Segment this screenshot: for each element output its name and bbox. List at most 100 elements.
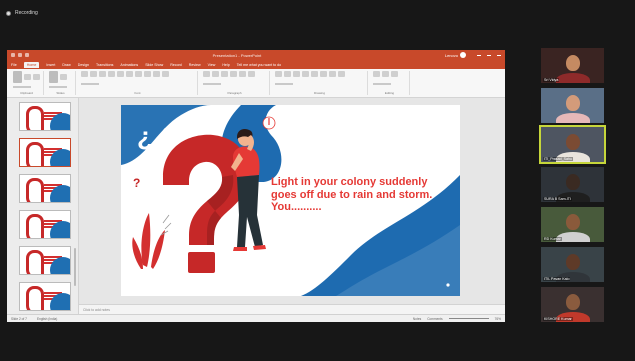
clipboard-tool-row[interactable] [13, 86, 31, 88]
tab-help[interactable]: Help [222, 63, 229, 67]
paragraph-tool-4[interactable] [239, 71, 246, 77]
font-tool-row[interactable] [81, 83, 99, 85]
notes-pane[interactable]: Click to add notes [79, 304, 505, 314]
editing-tool-1[interactable] [382, 71, 389, 77]
editing-tool-2[interactable] [391, 71, 398, 77]
editing-tool-0[interactable] [373, 71, 380, 77]
participant-tile[interactable]: ITIL Pavan Kalo [541, 247, 604, 282]
font-tool-1[interactable] [90, 71, 97, 77]
slide-thumbnail[interactable] [11, 210, 78, 239]
slides-tool-1[interactable] [60, 74, 67, 80]
tab-insert[interactable]: Insert [46, 63, 55, 67]
drawing-tool-3[interactable] [302, 71, 309, 77]
drawing-tool-7[interactable] [338, 71, 345, 77]
save-icon[interactable] [11, 53, 15, 57]
minimize-icon[interactable] [476, 54, 481, 56]
drawing-tool-4[interactable] [311, 71, 318, 77]
clipboard-tool-2[interactable] [33, 74, 40, 80]
participant-tile[interactable]: RD Kumar [541, 207, 604, 242]
ribbon-group-label: Drawing [313, 91, 325, 95]
participant-name: ITIL Pavan Kalo [543, 277, 571, 281]
paragraph-tool-1[interactable] [212, 71, 219, 77]
participant-face [565, 294, 580, 310]
participant-tile[interactable] [541, 88, 604, 123]
drawing-tool-1[interactable] [284, 71, 291, 77]
tab-draw[interactable]: Draw [62, 63, 70, 67]
font-tool-2[interactable] [99, 71, 106, 77]
slide-thumbnail-image [19, 102, 71, 131]
font-tool-7[interactable] [144, 71, 151, 77]
participant-tile[interactable]: ITI_Prasad_Sahu [539, 125, 606, 164]
tab-slide-show[interactable]: Slide Show [145, 63, 163, 67]
font-tool-3[interactable] [108, 71, 115, 77]
ribbon-group-label: Slides [56, 91, 65, 95]
close-icon[interactable] [496, 54, 501, 56]
thumbnail-text-lines [44, 220, 62, 222]
tab-design[interactable]: Design [78, 63, 89, 67]
zoom-level[interactable]: 76% [495, 317, 501, 321]
redo-icon[interactable] [25, 53, 29, 57]
drawing-tool-2[interactable] [293, 71, 300, 77]
paragraph-tool-3[interactable] [230, 71, 237, 77]
editing-tool-row[interactable] [373, 83, 391, 85]
font-tool-5[interactable] [126, 71, 133, 77]
notes-toggle[interactable]: Notes [413, 317, 421, 321]
font-tool-6[interactable] [135, 71, 142, 77]
recording-indicator[interactable]: Recording [6, 10, 38, 16]
slide-thumbnail[interactable] [11, 138, 78, 167]
status-language: English (India) [36, 316, 58, 321]
drawing-tool-0[interactable] [275, 71, 282, 77]
plant-lines [160, 214, 172, 236]
paragraph-tool-row[interactable] [203, 83, 221, 85]
account-avatar [459, 52, 466, 58]
tab-view[interactable]: View [208, 63, 216, 67]
font-tool-9[interactable] [162, 71, 169, 77]
maximize-icon[interactable] [486, 54, 491, 56]
slide-thumbnail[interactable] [11, 246, 78, 275]
undo-icon[interactable] [18, 53, 22, 57]
slide-thumbnails [7, 98, 79, 322]
current-slide[interactable]: ¿ ? ? Light in your colony suddenly goes… [121, 105, 460, 296]
account[interactable]: Lenovo [445, 52, 466, 58]
thumbnail-scrollbar[interactable] [74, 248, 76, 286]
paragraph-tool-0[interactable] [203, 71, 210, 77]
ribbon-group-drawing: Drawing [272, 71, 368, 95]
paragraph-tool-5[interactable] [248, 71, 255, 77]
paragraph-tool-2[interactable] [221, 71, 228, 77]
participant-tile[interactable]: SURA B Sam-ITI [541, 167, 604, 202]
slide-thumbnail[interactable] [11, 174, 78, 203]
tab-home[interactable]: Home [23, 61, 40, 68]
slides-tool-0[interactable] [49, 71, 58, 83]
font-tool-8[interactable] [153, 71, 160, 77]
tab-record[interactable]: Record [170, 63, 182, 67]
participant-face [565, 55, 580, 71]
drawing-tool-6[interactable] [329, 71, 336, 77]
tab-animations[interactable]: Animations [120, 63, 138, 67]
tab-transitions[interactable]: Transitions [96, 63, 113, 67]
drawing-tool-5[interactable] [320, 71, 327, 77]
shared-screen-powerpoint: Presentation1 - PowerPoint Lenovo File Ho… [7, 50, 505, 322]
status-right: Notes Comments 76% [413, 317, 501, 321]
slides-tool-row[interactable] [49, 86, 67, 88]
clipboard-tool-1[interactable] [24, 74, 31, 80]
comments-toggle[interactable]: Comments [427, 317, 442, 321]
tell-me-search[interactable]: Tell me what you want to do [237, 63, 281, 67]
participant-tile[interactable]: KISHORE Kumar [541, 287, 604, 322]
participant-tile[interactable]: Sri Vidya [541, 48, 604, 83]
zoom-slider[interactable] [448, 318, 489, 319]
font-tool-0[interactable] [81, 71, 88, 77]
participant-face [565, 214, 580, 230]
tab-file[interactable]: File [11, 63, 17, 67]
ribbon: Clipboard Slides Font Paragraph Drawing Editi… [7, 69, 505, 98]
status-slide: Slide 2 of 7 [11, 316, 27, 321]
tab-review[interactable]: Review [189, 63, 201, 67]
ppt-title-bar: Presentation1 - PowerPoint Lenovo [7, 50, 505, 60]
ribbon-group-editing: Editing [370, 71, 410, 95]
slide-thumbnail[interactable] [11, 102, 78, 131]
drawing-tool-row[interactable] [275, 83, 293, 85]
clipboard-tool-0[interactable] [13, 71, 22, 83]
slide-thumbnail[interactable] [11, 282, 78, 311]
ribbon-group-label: Clipboard [20, 91, 33, 95]
font-tool-4[interactable] [117, 71, 124, 77]
ribbon-group-label: Paragraph [227, 91, 242, 95]
